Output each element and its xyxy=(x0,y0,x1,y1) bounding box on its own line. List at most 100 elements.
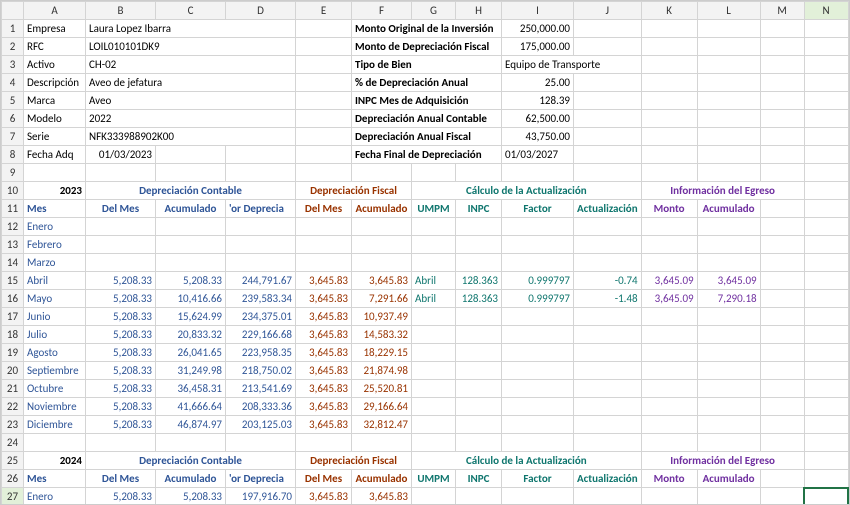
col-header-A[interactable]: A xyxy=(24,2,86,20)
cell-E9[interactable] xyxy=(296,164,352,182)
cell-D26[interactable]: 'or Deprecia xyxy=(226,470,296,488)
cell-E23[interactable]: 3,645.83 xyxy=(296,416,352,434)
col-header-B[interactable]: B xyxy=(86,2,156,20)
cell-J9[interactable] xyxy=(574,164,642,182)
cell-K15[interactable]: 3,645.09 xyxy=(641,272,697,290)
cell-J7[interactable] xyxy=(574,128,642,146)
cell-M8[interactable] xyxy=(760,146,804,164)
row-header-12[interactable]: 12 xyxy=(2,218,24,236)
row-19[interactable]: 19Agosto5,208.3326,041.65223,958.353,645… xyxy=(2,344,849,362)
cell-F27[interactable]: 3,645.83 xyxy=(352,488,412,505)
cell-D12[interactable] xyxy=(226,218,296,236)
cell-L20[interactable] xyxy=(697,362,760,380)
cell-M14[interactable] xyxy=(760,254,804,272)
row-header-11[interactable]: 11 xyxy=(2,200,24,218)
cell-G13[interactable] xyxy=(412,236,456,254)
cell-G22[interactable] xyxy=(412,398,456,416)
row-header-17[interactable]: 17 xyxy=(2,308,24,326)
row-6[interactable]: 6Modelo2022Depreciación Anual Contable62… xyxy=(2,110,849,128)
cell-H18[interactable] xyxy=(456,326,502,344)
cell-G14[interactable] xyxy=(412,254,456,272)
cell-I23[interactable] xyxy=(502,416,574,434)
row-1[interactable]: 1EmpresaLaura Lopez IbarraMonto Original… xyxy=(2,20,849,38)
cell-L18[interactable] xyxy=(697,326,760,344)
cell-K20[interactable] xyxy=(641,362,697,380)
cell-G11[interactable]: UMPM xyxy=(412,200,456,218)
cell-J13[interactable] xyxy=(574,236,642,254)
cell-J20[interactable] xyxy=(574,362,642,380)
cell-L13[interactable] xyxy=(697,236,760,254)
cell-J21[interactable] xyxy=(574,380,642,398)
cell-A8[interactable]: Fecha Adq xyxy=(24,146,86,164)
cell-L1[interactable] xyxy=(697,20,760,38)
cell-C22[interactable]: 41,666.64 xyxy=(156,398,226,416)
row-10[interactable]: 102023Depreciación ContableDepreciación … xyxy=(2,182,849,200)
cell-M6[interactable] xyxy=(760,110,804,128)
cell-N13[interactable] xyxy=(804,236,848,254)
row-27[interactable]: 27Enero5,208.335,208.33197,916.703,645.8… xyxy=(2,488,849,505)
cell-I16[interactable]: 0.999797 xyxy=(502,290,574,308)
cell-N8[interactable] xyxy=(804,146,848,164)
cell-M5[interactable] xyxy=(760,92,804,110)
cell-L2[interactable] xyxy=(697,38,760,56)
row-header-25[interactable]: 25 xyxy=(2,452,24,470)
row-18[interactable]: 18Julio5,208.3320,833.32229,166.683,645.… xyxy=(2,326,849,344)
row-24[interactable]: 24 xyxy=(2,434,849,452)
cell-M4[interactable] xyxy=(760,74,804,92)
cell-J16[interactable]: -1.48 xyxy=(574,290,642,308)
cell-B19[interactable]: 5,208.33 xyxy=(86,344,156,362)
cell-K12[interactable] xyxy=(641,218,697,236)
cell-I26[interactable]: Factor xyxy=(502,470,574,488)
row-25[interactable]: 252024Depreciación ContableDepreciación … xyxy=(2,452,849,470)
cell-L19[interactable] xyxy=(697,344,760,362)
cell-I27[interactable] xyxy=(502,488,574,505)
row-12[interactable]: 12Enero xyxy=(2,218,849,236)
cell-K23[interactable] xyxy=(641,416,697,434)
cell-M15[interactable] xyxy=(760,272,804,290)
cell-E18[interactable]: 3,645.83 xyxy=(296,326,352,344)
cell-C9[interactable] xyxy=(156,164,226,182)
cell-E10[interactable]: Depreciación Fiscal xyxy=(296,182,412,200)
cell-C27[interactable]: 5,208.33 xyxy=(156,488,226,505)
cell-I11[interactable]: Factor xyxy=(502,200,574,218)
cell-D9[interactable] xyxy=(226,164,296,182)
row-21[interactable]: 21Octubre5,208.3336,458.31213,541.693,64… xyxy=(2,380,849,398)
row-15[interactable]: 15Abril5,208.335,208.33244,791.673,645.8… xyxy=(2,272,849,290)
row-16[interactable]: 16Mayo5,208.3310,416.66239,583.343,645.8… xyxy=(2,290,849,308)
cell-D8[interactable] xyxy=(226,146,296,164)
cell-B23[interactable]: 5,208.33 xyxy=(86,416,156,434)
cell-F5[interactable]: INPC Mes de Adquisición xyxy=(352,92,502,110)
cell-J22[interactable] xyxy=(574,398,642,416)
cell-L7[interactable] xyxy=(697,128,760,146)
cell-B24[interactable] xyxy=(86,434,156,452)
cell-H15[interactable]: 128.363 xyxy=(456,272,502,290)
cell-N10[interactable] xyxy=(804,182,848,200)
cell-L26[interactable]: Acumulado xyxy=(697,470,760,488)
cell-B2[interactable]: LOIL010101DK9 xyxy=(86,38,296,56)
cell-K27[interactable] xyxy=(641,488,697,505)
cell-A26[interactable]: Mes xyxy=(24,470,86,488)
cell-K17[interactable] xyxy=(641,308,697,326)
cell-B11[interactable]: Del Mes xyxy=(86,200,156,218)
cell-F9[interactable] xyxy=(352,164,412,182)
col-header-J[interactable]: J xyxy=(574,2,642,20)
row-11[interactable]: 11MesDel MesAcumulado'or DepreciaDel Mes… xyxy=(2,200,849,218)
cell-B21[interactable]: 5,208.33 xyxy=(86,380,156,398)
cell-F8[interactable]: Fecha Final de Depreciación xyxy=(352,146,502,164)
cell-A10[interactable]: 2023 xyxy=(24,182,86,200)
cell-F13[interactable] xyxy=(352,236,412,254)
cell-K9[interactable] xyxy=(641,164,697,182)
cell-M7[interactable] xyxy=(760,128,804,146)
cell-N9[interactable] xyxy=(804,164,848,182)
cell-M21[interactable] xyxy=(760,380,804,398)
cell-C21[interactable]: 36,458.31 xyxy=(156,380,226,398)
col-header-L[interactable]: L xyxy=(697,2,760,20)
cell-I18[interactable] xyxy=(502,326,574,344)
row-3[interactable]: 3ActivoCH-02Tipo de BienEquipo de Transp… xyxy=(2,56,849,74)
cell-M19[interactable] xyxy=(760,344,804,362)
cell-I2[interactable]: 175,000.00 xyxy=(502,38,574,56)
cell-D24[interactable] xyxy=(226,434,296,452)
cell-E8[interactable] xyxy=(296,146,352,164)
cell-J19[interactable] xyxy=(574,344,642,362)
row-2[interactable]: 2RFCLOIL010101DK9Monto de Depreciación F… xyxy=(2,38,849,56)
